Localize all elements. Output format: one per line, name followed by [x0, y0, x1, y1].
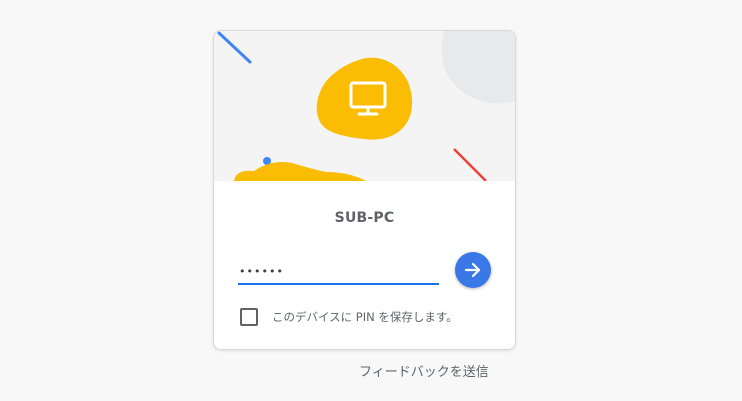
hero-illustration: [214, 31, 515, 181]
remember-pin-label: このデバイスに PIN を保存します。: [272, 310, 458, 324]
hero-yellow-wave: [234, 162, 366, 181]
submit-button[interactable]: [455, 252, 491, 288]
hero-blue-line: [217, 31, 252, 64]
remember-pin-checkbox[interactable]: [240, 308, 258, 326]
pin-card: SUB-PC このデバイスに PIN を保存します。: [213, 30, 516, 350]
hero-red-line: [453, 148, 487, 181]
remember-pin-row[interactable]: このデバイスに PIN を保存します。: [240, 308, 458, 326]
device-name: SUB-PC: [334, 210, 395, 226]
hero-gray-blob: [441, 31, 515, 104]
pin-input[interactable]: [238, 259, 439, 285]
feedback-link[interactable]: フィードバックを送信: [359, 361, 489, 380]
arrow-right-icon: [464, 262, 481, 278]
pin-unlock-screen: SUB-PC このデバイスに PIN を保存します。 フィードバックを送信: [0, 0, 742, 401]
hero-yellow-blob: [316, 57, 413, 140]
